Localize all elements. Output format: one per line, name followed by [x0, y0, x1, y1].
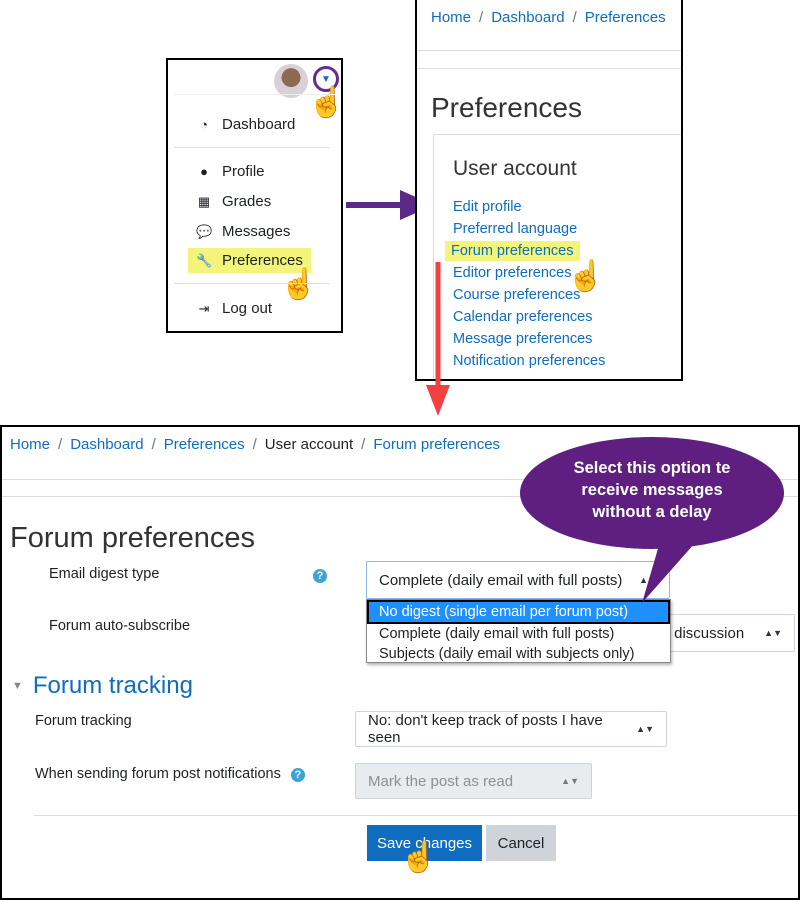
table-icon: ▦ — [197, 193, 211, 209]
sign-out-icon: ⇥ — [198, 300, 210, 316]
pointer-hand-icon: ☝ — [567, 260, 605, 293]
pointer-hand-icon: ☝ — [280, 268, 318, 301]
breadcrumb-forum-preferences[interactable]: Forum preferences — [373, 436, 500, 453]
option-complete[interactable]: Complete (daily email with full posts) — [367, 624, 670, 644]
dashboard-icon: ◔ — [200, 117, 208, 132]
user-icon: ● — [200, 164, 208, 179]
breadcrumb-preferences[interactable]: Preferences — [585, 9, 666, 26]
link-course-preferences[interactable]: Course preferences — [453, 287, 580, 303]
user-menu-panel: ▼ ☝ ◔ Dashboard ● Profile ▦ Grades 💬 Message… — [166, 58, 343, 333]
link-message-preferences[interactable]: Message preferences — [453, 331, 592, 347]
select-arrows-icon: ▲▼ — [764, 627, 782, 638]
email-digest-dropdown: No digest (single email per forum post) … — [366, 599, 671, 663]
select-arrows-icon: ▲▼ — [636, 723, 654, 734]
link-forum-preferences[interactable]: Forum preferences — [445, 241, 580, 261]
help-icon[interactable]: ? — [313, 569, 327, 583]
breadcrumb-dashboard[interactable]: Dashboard — [70, 436, 143, 453]
breadcrumb: Home / Dashboard / Preferences / User account /… — [10, 436, 501, 453]
forum-tracking-label: Forum tracking — [35, 713, 132, 729]
email-digest-label: Email digest type — [49, 566, 160, 582]
forum-preferences-panel: Home / Dashboard / Preferences / User account /… — [0, 425, 800, 900]
notifications-label: When sending forum post notifications ? — [35, 766, 305, 782]
menu-item-logout[interactable]: ⇥ Log out — [196, 300, 273, 317]
link-edit-profile[interactable]: Edit profile — [453, 199, 522, 215]
callout-text: Select this option te receive messages w… — [573, 459, 731, 521]
menu-item-messages[interactable]: 💬 Messages — [196, 223, 290, 240]
caret-down-icon: ▼ — [321, 73, 331, 85]
forum-tracking-section[interactable]: ▼ Forum tracking — [12, 672, 193, 700]
breadcrumb-preferences[interactable]: Preferences — [164, 436, 245, 453]
menu-item-dashboard[interactable]: ◔ Dashboard — [196, 116, 295, 133]
forum-tracking-select[interactable]: No: don't keep track of posts I have see… — [355, 711, 667, 747]
auto-subscribe-label: Forum auto-subscribe — [49, 618, 191, 634]
preferences-panel: Home / Dashboard / Preferences Preferences U… — [415, 0, 683, 381]
breadcrumb-user-account: User account — [264, 436, 354, 453]
breadcrumb-home[interactable]: Home — [431, 9, 471, 26]
link-preferred-language[interactable]: Preferred language — [453, 221, 577, 237]
red-arrow — [426, 262, 450, 416]
cancel-button[interactable]: Cancel — [486, 825, 556, 861]
section-heading: User account — [453, 157, 577, 180]
breadcrumb-home[interactable]: Home — [10, 436, 50, 453]
option-subjects[interactable]: Subjects (daily email with subjects only… — [367, 644, 670, 664]
menu-item-profile[interactable]: ● Profile — [196, 163, 264, 180]
collapse-caret-icon: ▼ — [12, 680, 23, 692]
link-notification-preferences[interactable]: Notification preferences — [453, 353, 605, 369]
menu-item-grades[interactable]: ▦ Grades — [196, 193, 271, 210]
breadcrumb: Home / Dashboard / Preferences — [431, 9, 666, 26]
help-icon[interactable]: ? — [290, 768, 305, 782]
link-editor-preferences[interactable]: Editor preferences — [453, 265, 571, 281]
avatar[interactable] — [274, 64, 308, 98]
select-arrows-icon: ▲▼ — [561, 775, 579, 786]
comment-icon: 💬 — [196, 223, 213, 239]
breadcrumb-dashboard[interactable]: Dashboard — [491, 9, 564, 26]
notifications-select: Mark the post as read ▲▼ — [355, 763, 592, 799]
pointer-hand-icon: ☝ — [400, 841, 438, 874]
page-title: Forum preferences — [10, 522, 255, 554]
page-title: Preferences — [431, 92, 582, 123]
link-calendar-preferences[interactable]: Calendar preferences — [453, 309, 592, 325]
pointer-hand-icon: ☝ — [308, 86, 343, 119]
wrench-icon: 🔧 — [196, 252, 213, 268]
